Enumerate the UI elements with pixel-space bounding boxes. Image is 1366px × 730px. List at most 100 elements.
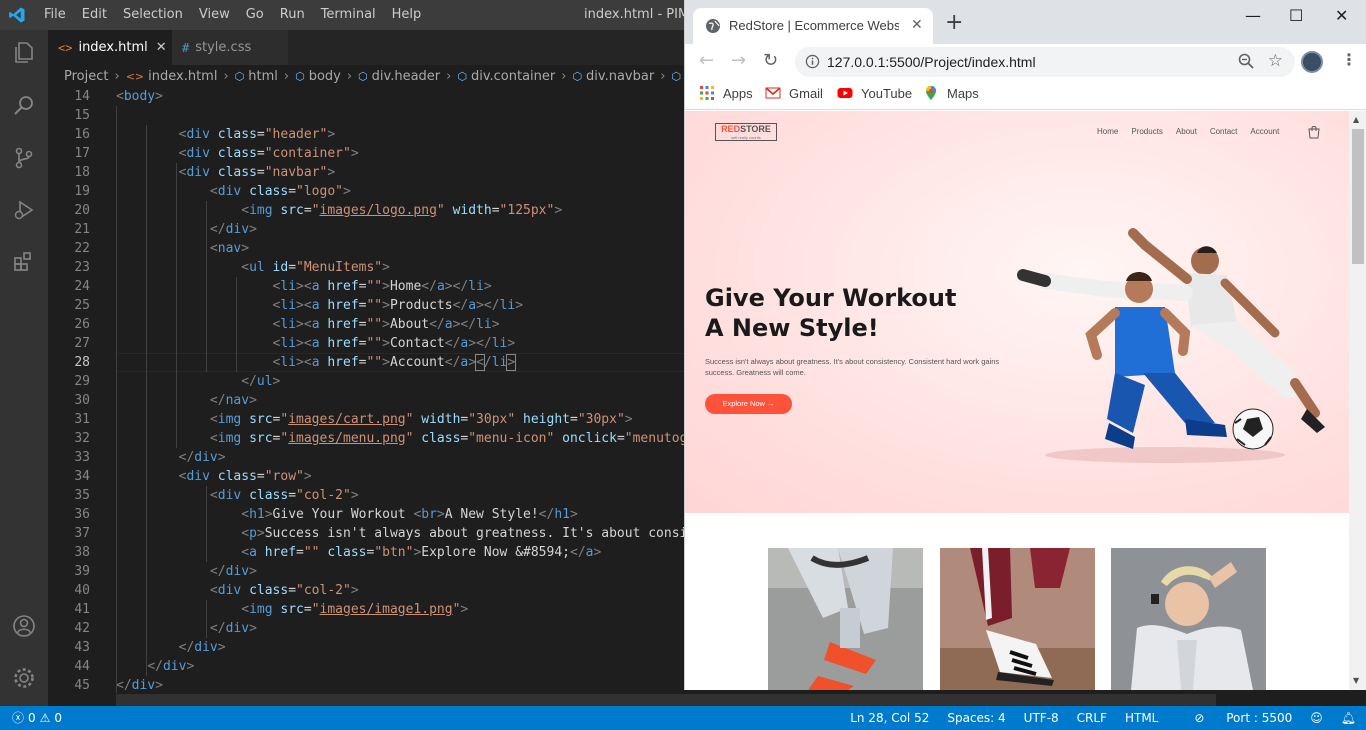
menu-file[interactable]: File bbox=[36, 0, 74, 30]
code-line[interactable]: 43 </div> bbox=[48, 638, 684, 657]
menu-run[interactable]: Run bbox=[272, 0, 313, 30]
code-line[interactable]: 18 <div class="navbar"> bbox=[48, 163, 684, 182]
nav-about[interactable]: About bbox=[1176, 127, 1197, 136]
code-line[interactable]: 21 </div> bbox=[48, 220, 684, 239]
code-editor[interactable]: 14 <body> 15 16 <div class="header"> 17 <div… bbox=[48, 87, 684, 693]
breadcrumb-item[interactable]: body bbox=[309, 69, 341, 84]
menu-view[interactable]: View bbox=[191, 0, 238, 30]
code-line[interactable]: 45 </div> bbox=[48, 676, 684, 693]
live-server-port[interactable]: ⊘ Port : 5500 bbox=[1176, 711, 1292, 725]
breadcrumb-item[interactable]: html bbox=[248, 69, 278, 84]
nav-contact[interactable]: Contact bbox=[1210, 127, 1238, 136]
scroll-up-icon[interactable]: ▲ bbox=[1353, 115, 1359, 124]
extensions-icon[interactable] bbox=[10, 248, 38, 276]
bookmark-apps[interactable]: Apps bbox=[699, 85, 753, 101]
bookmark-gmail[interactable]: Gmail bbox=[765, 85, 823, 101]
code-line[interactable]: 14 <body> bbox=[48, 87, 684, 106]
code-line[interactable]: 32 <img src="images/menu.png" class="men… bbox=[48, 429, 684, 448]
code-line[interactable]: 35 <div class="col-2"> bbox=[48, 486, 684, 505]
search-icon[interactable] bbox=[10, 92, 38, 120]
code-line[interactable]: 23 <ul id="MenuItems"> bbox=[48, 258, 684, 277]
breadcrumb-item[interactable]: div.header bbox=[372, 69, 440, 84]
nav-home[interactable]: Home bbox=[1097, 127, 1118, 136]
settings-gear-icon[interactable] bbox=[10, 664, 38, 692]
tab-index-html[interactable]: <> index.html ✕ bbox=[48, 30, 172, 65]
breadcrumb-item[interactable]: div.navbar bbox=[586, 69, 654, 84]
menu-selection[interactable]: Selection bbox=[115, 0, 191, 30]
problems-indicator[interactable]: ⓧ 0 ⚠ 0 bbox=[12, 706, 62, 730]
run-debug-icon[interactable] bbox=[10, 196, 38, 224]
horizontal-scrollbar[interactable] bbox=[116, 694, 1216, 706]
cursor-position[interactable]: Ln 28, Col 52 bbox=[850, 711, 929, 725]
code-line[interactable]: 26 <li><a href="">About</a></li> bbox=[48, 315, 684, 334]
code-line[interactable]: 31 <img src="images/cart.png" width="30p… bbox=[48, 410, 684, 429]
maximize-icon[interactable]: ☐ bbox=[1289, 6, 1303, 25]
explorer-icon[interactable] bbox=[10, 38, 38, 66]
code-line[interactable]: 15 bbox=[48, 106, 684, 125]
code-line[interactable]: 25 <li><a href="">Products</a></li> bbox=[48, 296, 684, 315]
bookmark-maps[interactable]: Maps bbox=[923, 85, 979, 101]
menu-go[interactable]: Go bbox=[238, 0, 272, 30]
breadcrumb-item[interactable]: index.html bbox=[148, 69, 217, 84]
breadcrumb-item[interactable]: div.container bbox=[471, 69, 555, 84]
more-menu-icon[interactable]: ⋮ bbox=[1341, 50, 1357, 69]
code-line[interactable]: 39 </div> bbox=[48, 562, 684, 581]
scrollbar-thumb[interactable] bbox=[1352, 129, 1364, 264]
code-line[interactable]: 29 </ul> bbox=[48, 372, 684, 391]
bookmark-star-icon[interactable]: ☆ bbox=[1268, 51, 1283, 71]
code-line[interactable]: 28 <li><a href="">Account</a></li> bbox=[48, 353, 684, 372]
code-line[interactable]: 38 <a href="" class="btn">Explore Now &#… bbox=[48, 543, 684, 562]
code-line[interactable]: 22 <nav> bbox=[48, 239, 684, 258]
back-arrow-icon[interactable]: ← bbox=[699, 50, 714, 71]
browser-tab[interactable]: RedStore | Ecommerce Website D ✕ bbox=[693, 8, 933, 44]
account-icon[interactable] bbox=[10, 612, 38, 640]
code-line[interactable]: 17 <div class="container"> bbox=[48, 144, 684, 163]
window-close-icon[interactable]: ✕ bbox=[1335, 6, 1348, 25]
code-line[interactable]: 27 <li><a href="">Contact</a></li> bbox=[48, 334, 684, 353]
nav-account[interactable]: Account bbox=[1250, 127, 1279, 136]
nav-products[interactable]: Products bbox=[1131, 127, 1163, 136]
menu-edit[interactable]: Edit bbox=[74, 0, 115, 30]
zoom-icon[interactable] bbox=[1237, 52, 1255, 70]
close-icon[interactable]: ✕ bbox=[156, 40, 167, 55]
explore-now-button[interactable]: Explore Now → bbox=[705, 394, 792, 414]
category-image-sneakers-red[interactable] bbox=[768, 548, 923, 690]
code-line[interactable]: 33 </div> bbox=[48, 448, 684, 467]
code-line[interactable]: 16 <div class="header"> bbox=[48, 125, 684, 144]
breadcrumb-item[interactable]: Project bbox=[64, 69, 108, 84]
feedback-icon[interactable]: ☺ bbox=[1310, 711, 1323, 725]
indentation[interactable]: Spaces: 4 bbox=[947, 711, 1005, 725]
menu-help[interactable]: Help bbox=[384, 0, 430, 30]
bookmark-youtube[interactable]: YouTube bbox=[837, 85, 912, 101]
code-line[interactable]: 42 </div> bbox=[48, 619, 684, 638]
encoding[interactable]: UTF-8 bbox=[1024, 711, 1059, 725]
code-line[interactable]: 36 <h1>Give Your Workout <br>A New Style… bbox=[48, 505, 684, 524]
code-line[interactable]: 30 </nav> bbox=[48, 391, 684, 410]
page-scrollbar[interactable]: ▲ ▼ bbox=[1349, 111, 1366, 690]
source-control-icon[interactable] bbox=[10, 144, 38, 172]
new-tab-button[interactable]: + bbox=[945, 12, 963, 34]
forward-arrow-icon[interactable]: → bbox=[731, 50, 746, 71]
code-line[interactable]: 34 <div class="row"> bbox=[48, 467, 684, 486]
code-line[interactable]: 20 <img src="images/logo.png" width="125… bbox=[48, 201, 684, 220]
tab-style-css[interactable]: # style.css bbox=[172, 30, 288, 65]
bell-icon[interactable]: 🔔︎ bbox=[1341, 711, 1356, 725]
language-mode[interactable]: HTML bbox=[1125, 711, 1158, 725]
avatar[interactable] bbox=[1301, 51, 1323, 73]
category-image-sneakers-white[interactable] bbox=[940, 548, 1095, 690]
minimize-icon[interactable]: — bbox=[1245, 6, 1261, 25]
end-of-line[interactable]: CRLF bbox=[1077, 711, 1107, 725]
code-line[interactable]: 44 </div> bbox=[48, 657, 684, 676]
code-line[interactable]: 37 <p>Success isn't always about greatne… bbox=[48, 524, 684, 543]
cart-icon[interactable] bbox=[1307, 125, 1321, 139]
address-bar[interactable]: 127.0.0.1:5500/Project/index.html ☆ bbox=[795, 47, 1295, 77]
code-line[interactable]: 40 <div class="col-2"> bbox=[48, 581, 684, 600]
scroll-down-icon[interactable]: ▼ bbox=[1353, 676, 1359, 685]
category-image-athlete[interactable] bbox=[1111, 548, 1266, 690]
menu-terminal[interactable]: Terminal bbox=[313, 0, 384, 30]
code-line[interactable]: 19 <div class="logo"> bbox=[48, 182, 684, 201]
code-line[interactable]: 41 <img src="images/image1.png"> bbox=[48, 600, 684, 619]
site-logo[interactable]: REDSTORE sell really counts bbox=[715, 123, 777, 141]
close-icon[interactable]: ✕ bbox=[911, 16, 923, 33]
code-line[interactable]: 24 <li><a href="">Home</a></li> bbox=[48, 277, 684, 296]
